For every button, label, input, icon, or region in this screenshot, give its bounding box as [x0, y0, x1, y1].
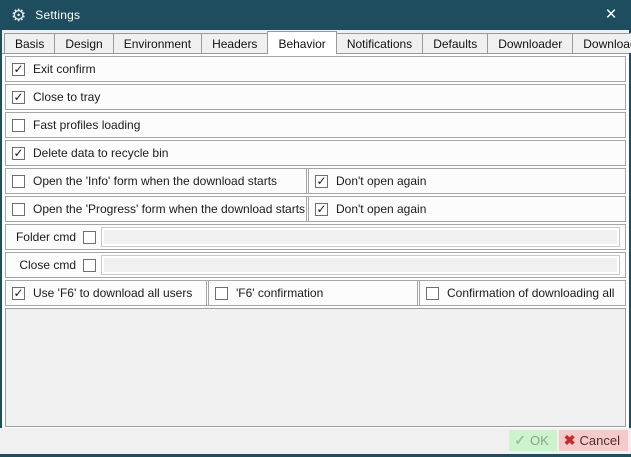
fast-profiles-label: Fast profiles loading — [33, 118, 140, 132]
use-f6-cell: Use 'F6' to download all users — [6, 281, 207, 305]
open-info-label: Open the 'Info' form when the download s… — [33, 174, 277, 188]
open-info-cell: Open the 'Info' form when the download s… — [6, 169, 307, 193]
confirm-all-checkbox[interactable] — [426, 287, 439, 300]
confirm-all-label: Confirmation of downloading all — [447, 286, 614, 300]
progress-dont-open-checkbox[interactable] — [315, 203, 328, 216]
empty-panel — [5, 308, 626, 427]
progress-dont-open-label: Don't open again — [336, 202, 426, 216]
settings-window: ⚙ Settings × Basis Design Environment He… — [0, 0, 631, 457]
open-progress-checkbox[interactable] — [12, 203, 25, 216]
delete-recycle-label: Delete data to recycle bin — [33, 146, 168, 160]
ok-button-label: OK — [530, 433, 549, 448]
folder-cmd-input[interactable] — [101, 227, 620, 247]
gear-icon: ⚙ — [11, 7, 26, 24]
row-close-cmd: Close cmd — [5, 252, 626, 278]
close-to-tray-label: Close to tray — [33, 90, 100, 104]
tab-downloader[interactable]: Downloader — [487, 33, 573, 53]
row-f6-options: Use 'F6' to download all users 'F6' conf… — [5, 280, 626, 306]
row-exit-confirm: Exit confirm — [5, 56, 626, 82]
row-open-progress: Open the 'Progress' form when the downlo… — [5, 196, 626, 222]
window-title: Settings — [35, 8, 80, 22]
exit-confirm-checkbox[interactable] — [12, 63, 25, 76]
cancel-button-label: Cancel — [580, 433, 620, 448]
titlebar: ⚙ Settings × — [0, 0, 631, 30]
tab-downloading[interactable]: Downloading — [572, 33, 631, 53]
open-progress-label: Open the 'Progress' form when the downlo… — [33, 202, 305, 216]
ok-button[interactable]: ✓ OK — [509, 430, 557, 451]
fast-profiles-checkbox[interactable] — [12, 119, 25, 132]
cancel-button[interactable]: ✖ Cancel — [559, 430, 628, 451]
tab-defaults[interactable]: Defaults — [422, 33, 488, 53]
info-dont-open-checkbox[interactable] — [315, 175, 328, 188]
tab-notifications[interactable]: Notifications — [336, 33, 423, 53]
tab-basis[interactable]: Basis — [4, 33, 55, 53]
folder-cmd-label: Folder cmd — [6, 230, 76, 244]
confirm-all-cell: Confirmation of downloading all — [419, 281, 625, 305]
f6-confirmation-cell: 'F6' confirmation — [208, 281, 418, 305]
behavior-tab-page: Exit confirm Close to tray Fast profiles… — [2, 54, 629, 428]
progress-dont-open-cell: Don't open again — [308, 197, 625, 221]
tab-bar: Basis Design Environment Headers Behavio… — [2, 30, 629, 54]
open-progress-cell: Open the 'Progress' form when the downlo… — [6, 197, 307, 221]
close-to-tray-checkbox[interactable] — [12, 91, 25, 104]
use-f6-label: Use 'F6' to download all users — [33, 286, 192, 300]
tab-behavior[interactable]: Behavior — [267, 31, 336, 54]
exit-confirm-label: Exit confirm — [33, 62, 96, 76]
tab-design[interactable]: Design — [54, 33, 113, 53]
info-dont-open-cell: Don't open again — [308, 169, 625, 193]
f6-confirmation-checkbox[interactable] — [215, 287, 228, 300]
row-close-to-tray: Close to tray — [5, 84, 626, 110]
row-folder-cmd: Folder cmd — [5, 224, 626, 250]
close-icon: × — [605, 4, 616, 26]
tab-headers[interactable]: Headers — [201, 33, 268, 53]
info-dont-open-label: Don't open again — [336, 174, 426, 188]
tab-environment[interactable]: Environment — [113, 33, 202, 53]
check-icon: ✓ — [514, 432, 526, 449]
close-button[interactable]: × — [591, 0, 631, 30]
close-cmd-label: Close cmd — [6, 258, 76, 272]
use-f6-checkbox[interactable] — [12, 287, 25, 300]
cancel-x-icon: ✖ — [564, 432, 576, 449]
delete-recycle-checkbox[interactable] — [12, 147, 25, 160]
row-open-info: Open the 'Info' form when the download s… — [5, 168, 626, 194]
close-cmd-checkbox[interactable] — [83, 259, 96, 272]
row-fast-profiles: Fast profiles loading — [5, 112, 626, 138]
row-delete-recycle: Delete data to recycle bin — [5, 140, 626, 166]
close-cmd-input[interactable] — [101, 255, 620, 275]
folder-cmd-checkbox[interactable] — [83, 231, 96, 244]
footer: ✓ OK ✖ Cancel — [0, 428, 631, 454]
f6-confirmation-label: 'F6' confirmation — [236, 286, 323, 300]
open-info-checkbox[interactable] — [12, 175, 25, 188]
